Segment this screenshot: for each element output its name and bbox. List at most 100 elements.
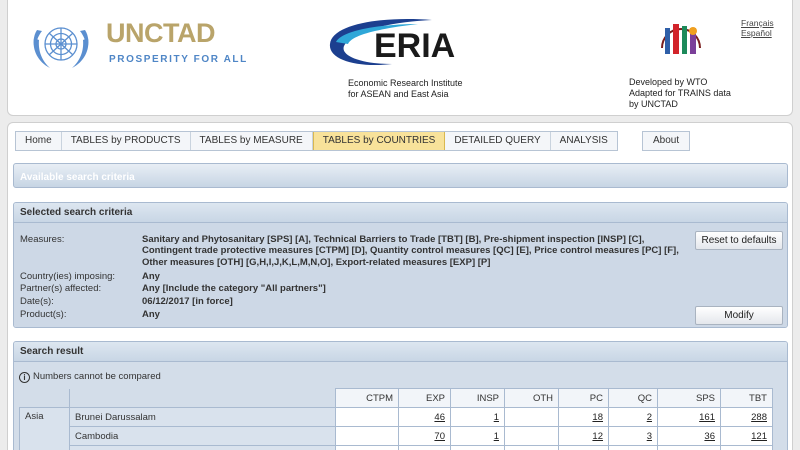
count-link[interactable]: 1: [494, 412, 499, 423]
unctad-tagline: PROSPERITY FOR ALL: [109, 54, 248, 65]
count-cell: 18: [558, 407, 609, 427]
count-cell: [335, 407, 399, 427]
count-link[interactable]: 36: [704, 431, 715, 442]
tab-detailed-query[interactable]: DETAILED QUERY: [445, 132, 551, 150]
count-link[interactable]: 121: [751, 431, 767, 442]
eria-caption-line: Economic Research Institute: [348, 78, 463, 88]
count-cell: [558, 445, 609, 450]
count-cell: [450, 445, 505, 450]
modify-button[interactable]: Modify: [695, 306, 783, 325]
selected-criteria-title: Selected search criteria: [14, 203, 787, 223]
main-panel: Home TABLES by PRODUCTS TABLES by MEASUR…: [7, 122, 793, 450]
column-header[interactable]: QC: [608, 388, 658, 408]
country-cell: Brunei Darussalam: [69, 407, 336, 427]
measures-value-line: Other measures [OTH] [G,H,I,J,K,L,M,N,O]…: [142, 256, 491, 268]
count-cell: 1: [450, 426, 505, 446]
table-header-row: CTPM EXP INSP OTH PC QC SPS TBT: [19, 388, 773, 408]
eria-caption-line: for ASEAN and East Asia: [348, 89, 449, 99]
column-header[interactable]: OTH: [504, 388, 559, 408]
count-cell: [335, 426, 399, 446]
tab-analysis[interactable]: ANALYSIS: [551, 132, 617, 150]
about-button[interactable]: About: [642, 131, 691, 151]
wto-caption-line: Adapted for TRAINS data: [629, 88, 731, 98]
tab-tables-by-countries[interactable]: TABLES by COUNTRIES: [312, 132, 446, 150]
header-blank: [19, 388, 70, 408]
count-link[interactable]: 288: [751, 412, 767, 423]
eria-logo-text: ERIA: [374, 27, 455, 65]
measures-value-line: Contingent trade protective measures [CT…: [142, 245, 679, 257]
header-blank: [69, 388, 336, 408]
products-value: Any: [142, 309, 160, 320]
count-link[interactable]: 3: [647, 431, 652, 442]
column-header[interactable]: EXP: [398, 388, 451, 408]
column-header[interactable]: SPS: [657, 388, 721, 408]
partners-value: Any [Include the category "All partners"…: [142, 283, 326, 294]
count-cell: 161: [657, 407, 721, 427]
available-criteria-title: Available search criteria: [20, 172, 135, 183]
tab-home[interactable]: Home: [16, 132, 62, 150]
countries-value: Any: [142, 271, 160, 282]
count-cell: [504, 426, 559, 446]
wto-caption-line: Developed by WTO: [629, 77, 708, 87]
search-result-panel: Search result i Numbers cannot be compare…: [13, 341, 788, 450]
column-header[interactable]: TBT: [720, 388, 773, 408]
count-cell: [335, 445, 399, 450]
column-header[interactable]: PC: [558, 388, 609, 408]
count-cell: [398, 445, 451, 450]
table-row: Asia Brunei Darussalam 46 1 18 2 161 288: [19, 407, 773, 450]
comparison-note-text: Numbers cannot be compared: [33, 371, 161, 382]
count-cell: [608, 445, 658, 450]
count-link[interactable]: 70: [434, 431, 445, 442]
tab-tables-by-products[interactable]: TABLES by PRODUCTS: [62, 132, 191, 150]
count-cell: [720, 445, 773, 450]
wto-caption: Developed by WTO Adapted for TRAINS data…: [629, 77, 731, 110]
reset-to-defaults-button[interactable]: Reset to defaults: [695, 231, 783, 250]
partners-label: Partner(s) affected:: [20, 283, 102, 294]
country-cell: Cambodia: [69, 426, 336, 446]
result-table: CTPM EXP INSP OTH PC QC SPS TBT Asia Bru…: [19, 388, 773, 450]
measures-value-line: Sanitary and Phytosanitary [SPS] [A], Te…: [142, 234, 645, 245]
count-link[interactable]: 161: [699, 412, 715, 423]
dates-value: 06/12/2017 [in force]: [142, 296, 233, 307]
selected-criteria-panel: Selected search criteria Measures: Sanit…: [13, 202, 788, 328]
language-link-french[interactable]: Français: [741, 18, 774, 28]
count-cell: [657, 445, 721, 450]
language-switcher: Français Español: [741, 18, 774, 38]
column-header[interactable]: CTPM: [335, 388, 399, 408]
count-link[interactable]: 46: [434, 412, 445, 423]
count-link[interactable]: 12: [592, 431, 603, 442]
count-link[interactable]: 18: [592, 412, 603, 423]
count-cell: 3: [608, 426, 658, 446]
count-cell: 46: [398, 407, 451, 427]
available-criteria-panel[interactable]: Available search criteria: [13, 163, 788, 188]
table-row: Cambodia 70 1 12 3 36 121: [20, 426, 773, 446]
measures-label: Measures:: [20, 234, 65, 245]
tab-tables-by-measure[interactable]: TABLES by MEASURE: [191, 132, 313, 150]
count-cell: 288: [720, 407, 773, 427]
site-header: UNCTAD PROSPERITY FOR ALL ERIA Economic …: [7, 0, 793, 116]
count-link[interactable]: 2: [647, 412, 652, 423]
products-label: Product(s):: [20, 309, 67, 320]
language-link-spanish[interactable]: Español: [741, 28, 774, 38]
column-header[interactable]: INSP: [450, 388, 505, 408]
count-cell: 1: [450, 407, 505, 427]
count-cell: 36: [657, 426, 721, 446]
info-icon: i: [19, 372, 30, 383]
main-nav: Home TABLES by PRODUCTS TABLES by MEASUR…: [15, 131, 618, 151]
table-row-partial: [20, 445, 773, 450]
eria-caption: Economic Research Institute for ASEAN an…: [348, 78, 463, 100]
un-emblem-icon: [33, 27, 89, 68]
region-cell: Asia: [19, 407, 70, 450]
measures-value: Sanitary and Phytosanitary [SPS] [A], Te…: [142, 234, 679, 268]
criteria-body: Measures: Sanitary and Phytosanitary [SP…: [14, 223, 787, 327]
wto-caption-line: by UNCTAD: [629, 99, 678, 109]
count-link[interactable]: 1: [494, 431, 499, 442]
unctad-logo-text: UNCTAD: [106, 18, 215, 48]
search-result-title: Search result: [14, 342, 787, 362]
count-cell: 2: [608, 407, 658, 427]
count-cell: 12: [558, 426, 609, 446]
count-cell: [504, 445, 559, 450]
eria-logo-icon: ERIA: [329, 19, 455, 66]
itip-logo-icon: [661, 24, 701, 54]
comparison-note: i Numbers cannot be compared: [19, 371, 161, 383]
